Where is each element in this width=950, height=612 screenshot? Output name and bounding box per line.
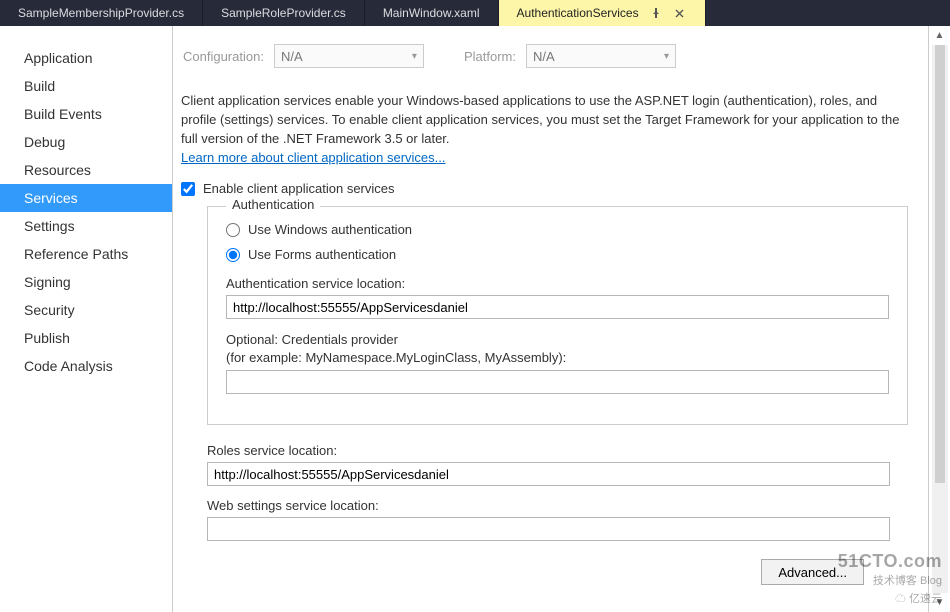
services-panel: Configuration: N/A ▾ Platform: N/A ▾ Cli… xyxy=(173,26,928,612)
sidebar-item-resources[interactable]: Resources xyxy=(0,156,172,184)
sidebar-item-build[interactable]: Build xyxy=(0,72,172,100)
auth-service-location-input[interactable] xyxy=(226,295,889,319)
document-tabstrip: SampleMembershipProvider.cs SampleRolePr… xyxy=(0,0,950,26)
sidebar-item-application[interactable]: Application xyxy=(0,44,172,72)
configuration-label: Configuration: xyxy=(183,49,264,64)
project-sidebar: Application Build Build Events Debug Res… xyxy=(0,26,173,612)
tab-sample-role[interactable]: SampleRoleProvider.cs xyxy=(203,0,365,26)
tab-main-window[interactable]: MainWindow.xaml xyxy=(365,0,499,26)
sidebar-item-security[interactable]: Security xyxy=(0,296,172,324)
scroll-track[interactable] xyxy=(932,45,948,593)
auth-forms-radio[interactable] xyxy=(226,248,240,262)
sidebar-item-signing[interactable]: Signing xyxy=(0,268,172,296)
sidebar-item-settings[interactable]: Settings xyxy=(0,212,172,240)
sidebar-item-services[interactable]: Services xyxy=(0,184,172,212)
vertical-scrollbar[interactable]: ▲ ▼ xyxy=(928,26,950,612)
web-settings-location-input[interactable] xyxy=(207,517,890,541)
enable-services-label: Enable client application services xyxy=(203,181,395,196)
auth-service-location-label: Authentication service location: xyxy=(226,276,889,291)
roles-service-location-input[interactable] xyxy=(207,462,890,486)
configuration-combo[interactable]: N/A ▾ xyxy=(274,44,424,68)
sidebar-item-debug[interactable]: Debug xyxy=(0,128,172,156)
sidebar-item-publish[interactable]: Publish xyxy=(0,324,172,352)
enable-services-checkbox[interactable] xyxy=(181,182,195,196)
advanced-button[interactable]: Advanced... xyxy=(761,559,864,585)
close-icon[interactable] xyxy=(673,6,687,20)
chevron-down-icon: ▾ xyxy=(412,51,417,62)
platform-label: Platform: xyxy=(464,49,516,64)
sidebar-item-reference-paths[interactable]: Reference Paths xyxy=(0,240,172,268)
chevron-down-icon: ▾ xyxy=(664,51,669,62)
scroll-down-icon[interactable]: ▼ xyxy=(935,597,945,608)
credentials-provider-label: Optional: Credentials provider (for exam… xyxy=(226,331,889,366)
platform-combo[interactable]: N/A ▾ xyxy=(526,44,676,68)
authentication-legend: Authentication xyxy=(226,197,320,212)
scroll-up-icon[interactable]: ▲ xyxy=(935,30,945,41)
auth-forms-label: Use Forms authentication xyxy=(248,247,396,262)
learn-more-link[interactable]: Learn more about client application serv… xyxy=(181,150,445,165)
auth-windows-label: Use Windows authentication xyxy=(248,222,412,237)
sidebar-item-code-analysis[interactable]: Code Analysis xyxy=(0,352,172,380)
tabstrip-filler xyxy=(706,0,950,26)
scroll-thumb[interactable] xyxy=(935,45,945,483)
web-settings-location-label: Web settings service location: xyxy=(207,498,890,513)
sidebar-item-build-events[interactable]: Build Events xyxy=(0,100,172,128)
roles-service-location-label: Roles service location: xyxy=(207,443,890,458)
auth-windows-radio[interactable] xyxy=(226,223,240,237)
credentials-provider-input[interactable] xyxy=(226,370,889,394)
config-row: Configuration: N/A ▾ Platform: N/A ▾ xyxy=(181,44,908,68)
tab-sample-membership[interactable]: SampleMembershipProvider.cs xyxy=(0,0,203,26)
tab-authentication-services[interactable]: AuthenticationServices xyxy=(499,0,706,26)
intro-text: Client application services enable your … xyxy=(181,92,908,167)
pin-icon[interactable] xyxy=(649,6,663,20)
authentication-fieldset: Authentication Use Windows authenticatio… xyxy=(207,206,908,425)
